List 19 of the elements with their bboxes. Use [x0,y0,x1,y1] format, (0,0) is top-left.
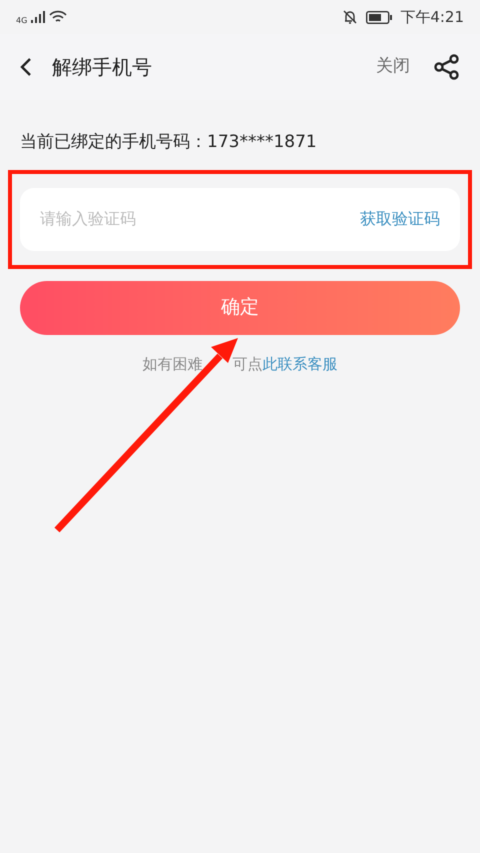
confirm-button[interactable]: 确定 [20,280,460,334]
customer-service-link[interactable]: 此联系客服 [262,352,338,375]
get-code-link[interactable]: 获取验证码 [360,207,440,231]
wifi-icon [49,10,68,24]
code-field[interactable]: 请输入验证码 获取验证码 [20,188,460,250]
page-title: 解绑手机号 [52,54,152,81]
back-button[interactable] [20,57,32,77]
close-button[interactable]: 关闭 [376,54,410,80]
share-button[interactable] [434,54,460,80]
bound-phone-text: 当前已绑定的手机号码：173****1871 [19,131,318,154]
battery-icon [366,10,392,24]
back-icon [20,57,32,77]
share-icon [434,54,460,80]
muted-bell-icon [342,9,358,25]
clock: 下午4:21 [400,6,464,28]
network-label: 4G [16,15,28,27]
help-text: 如有困难 [142,354,202,374]
help-text: 可点 [232,354,262,374]
signal-icon [31,11,46,23]
